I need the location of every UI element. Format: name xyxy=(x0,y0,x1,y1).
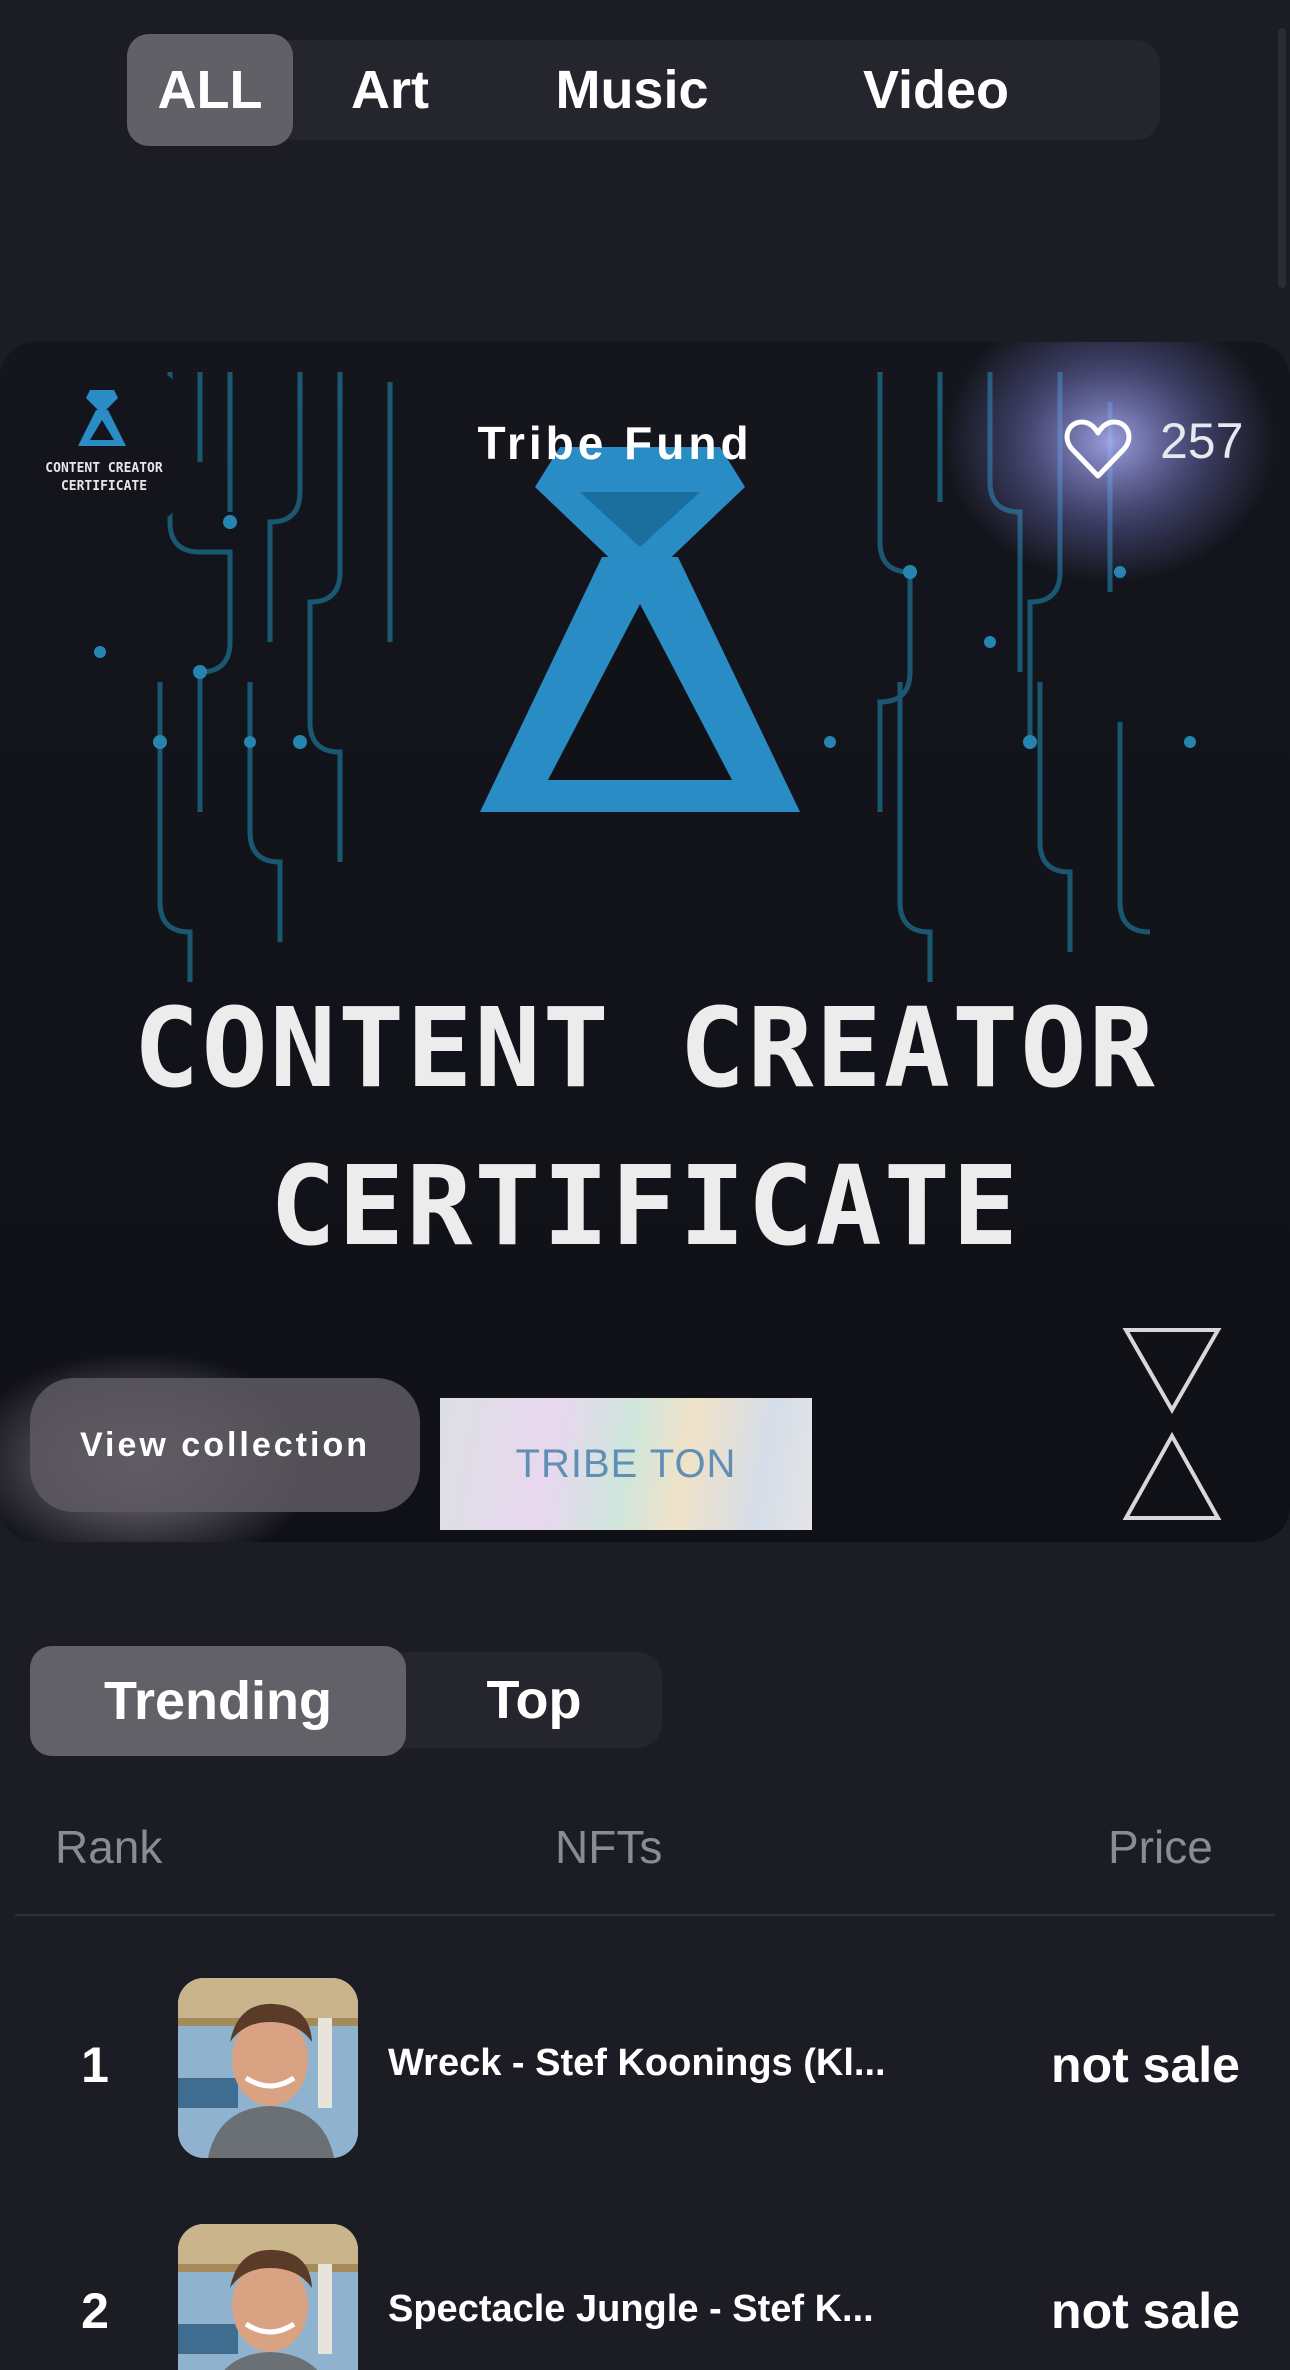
column-header-nfts: NFTs xyxy=(555,1821,663,1873)
thumb-caption-line2: CERTIFICATE xyxy=(60,479,148,494)
tab-art[interactable]: Art xyxy=(293,40,487,140)
page-scrollbar[interactable] xyxy=(1278,28,1286,288)
nft-price: not sale xyxy=(1051,2283,1240,2339)
row-rank: 2 xyxy=(81,2283,109,2339)
nft-marketplace-page: ALL Art Music Video CONTENT CREATOR CERT… xyxy=(0,0,1290,2370)
tab-video[interactable]: Video xyxy=(777,40,1095,140)
column-header-price: Price xyxy=(1108,1821,1213,1873)
hourglass-icon xyxy=(1122,1328,1222,1520)
artwork-title-line1: CONTENT CREATOR xyxy=(133,984,1157,1112)
column-header-rank: Rank xyxy=(55,1821,163,1873)
tape-text: TRIBE TON xyxy=(515,1442,737,1486)
nft-thumbnail xyxy=(178,1978,358,2158)
tab-all[interactable]: ALL xyxy=(127,34,293,146)
artwork-title-line2: CERTIFICATE xyxy=(269,1142,1021,1270)
view-collection-button[interactable]: View collection xyxy=(30,1378,420,1512)
category-tabs: ALL Art Music Video xyxy=(127,34,1160,146)
tab-trending[interactable]: Trending xyxy=(30,1646,406,1756)
featured-collection-banner[interactable]: CONTENT CREATOR CERTIFICATE Tribe Fund 2… xyxy=(0,342,1290,1542)
tab-top[interactable]: Top xyxy=(406,1652,662,1748)
banner-artwork xyxy=(0,342,1290,1542)
row-rank: 1 xyxy=(81,2037,109,2093)
table-row[interactable]: 2 Spectacle Jungle - Stef K... not sale xyxy=(0,2224,1290,2370)
table-divider xyxy=(15,1914,1275,1916)
table-row[interactable]: 1 Wreck - Stef Koonings (Kl... not sale xyxy=(0,1978,1290,2158)
ranking-tabs: Trending Top xyxy=(30,1646,662,1756)
nft-price: not sale xyxy=(1051,2037,1240,2093)
tribe-ton-tape: TRIBE TON xyxy=(440,1398,812,1530)
nft-thumbnail xyxy=(178,2224,358,2370)
collection-name: Tribe Fund xyxy=(477,417,753,469)
heart-icon[interactable] xyxy=(1064,418,1132,480)
nft-name: Spectacle Jungle - Stef K... xyxy=(388,2288,874,2330)
nft-name: Wreck - Stef Koonings (Kl... xyxy=(388,2042,886,2084)
like-count: 257 xyxy=(1160,413,1244,469)
tab-music[interactable]: Music xyxy=(487,40,777,140)
